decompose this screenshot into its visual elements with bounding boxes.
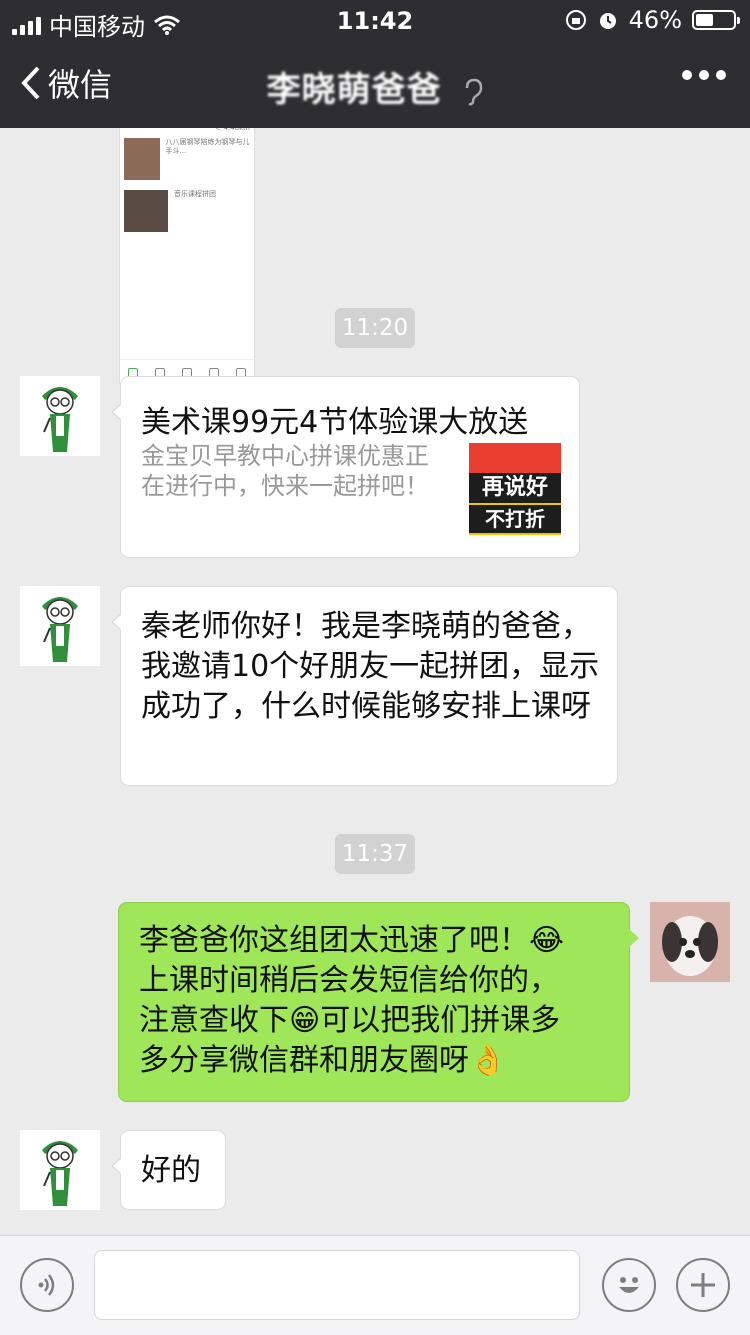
dog-avatar-icon	[650, 902, 730, 982]
reply-line: 注意查收下😁可以把我们拼课多	[139, 1003, 561, 1038]
message-bubble-incoming[interactable]: 好的	[111, 1130, 226, 1210]
more-button[interactable]	[682, 70, 726, 80]
chat-scroll[interactable]: ＜ 4.48km 八八届钢琴陪练为钢琴与儿手斗... 音乐课程拼团 11:20 …	[0, 128, 750, 1235]
voice-icon	[38, 1274, 55, 1296]
chat-title: 李晓萌爸爸	[0, 62, 750, 111]
message-input[interactable]	[94, 1250, 580, 1320]
status-bar: 中国移动 11:42 46%	[0, 0, 750, 41]
screenshot-list-item: 八八届钢琴陪练为钢琴与儿手斗...	[124, 138, 250, 184]
more-functions-button[interactable]	[676, 1258, 730, 1312]
battery-percent: 46%	[628, 6, 682, 34]
avatar[interactable]	[20, 586, 100, 666]
battery-icon	[692, 10, 740, 30]
alarm-icon	[599, 13, 616, 29]
link-card[interactable]: 美术课99元4节体验课大放送 金宝贝早教中心拼课优惠正在进行中，快来一起拼吧！ …	[111, 376, 580, 558]
message-bubble-outgoing[interactable]: 李爸爸你这组团太迅速了吧！😂 上课时间稍后会发短信给你的， 注意查收下😁可以把我…	[118, 902, 639, 1102]
earpiece-icon	[466, 78, 483, 105]
reply-line: 上课时间稍后会发短信给你的，	[139, 963, 559, 998]
rotation-lock-icon	[565, 10, 586, 30]
message-text: 好的	[141, 1153, 201, 1188]
plus-icon	[691, 1273, 715, 1297]
thumb-text-1: 再说好	[469, 473, 561, 503]
timestamp: 11:37	[335, 834, 415, 874]
emoji-icon	[619, 1277, 639, 1293]
input-bar	[0, 1235, 750, 1335]
avatar[interactable]	[20, 1130, 100, 1210]
voice-button[interactable]	[20, 1258, 74, 1312]
status-right: 46%	[565, 6, 740, 34]
shared-screenshot-image[interactable]: ＜ 4.48km 八八届钢琴陪练为钢琴与儿手斗... 音乐课程拼团	[120, 128, 254, 386]
screenshot-item-title: 音乐课程拼团	[174, 190, 216, 198]
boy-avatar-icon	[42, 597, 78, 662]
link-card-thumbnail: 再说好 不打折	[469, 443, 561, 535]
boy-avatar-icon	[42, 387, 78, 452]
emoji-button[interactable]	[602, 1258, 656, 1312]
link-card-title: 美术课99元4节体验课大放送	[141, 405, 529, 440]
boy-avatar-icon	[42, 1141, 78, 1206]
reply-line: 多分享微信群和朋友圈呀👌	[139, 1043, 507, 1078]
message-text: 秦老师你好！我是李晓萌的爸爸，我邀请10个好朋友一起拼团，显示成功了，什么时候能…	[141, 609, 600, 724]
nav-bar: 微信 李晓萌爸爸	[0, 40, 750, 128]
message-bubble-incoming[interactable]: 秦老师你好！我是李晓萌的爸爸，我邀请10个好朋友一起拼团，显示成功了，什么时候能…	[111, 586, 618, 786]
reply-line: 李爸爸你这组团太迅速了吧！😂	[139, 923, 565, 958]
timestamp: 11:20	[335, 308, 415, 348]
link-card-description: 金宝贝早教中心拼课优惠正在进行中，快来一起拼吧！	[141, 442, 429, 500]
avatar-self[interactable]	[650, 902, 730, 982]
thumb-text-2: 不打折	[469, 505, 561, 533]
reply-text: 李爸爸你这组团太迅速了吧！😂 上课时间稍后会发短信给你的， 注意查收下😁可以把我…	[139, 921, 623, 1081]
contact-name: 李晓萌爸爸	[266, 70, 442, 110]
avatar[interactable]	[20, 376, 100, 456]
screenshot-item-title: 八八届钢琴陪练为钢琴与儿手斗...	[165, 138, 250, 155]
screenshot-list-item: 音乐课程拼团	[124, 190, 250, 236]
